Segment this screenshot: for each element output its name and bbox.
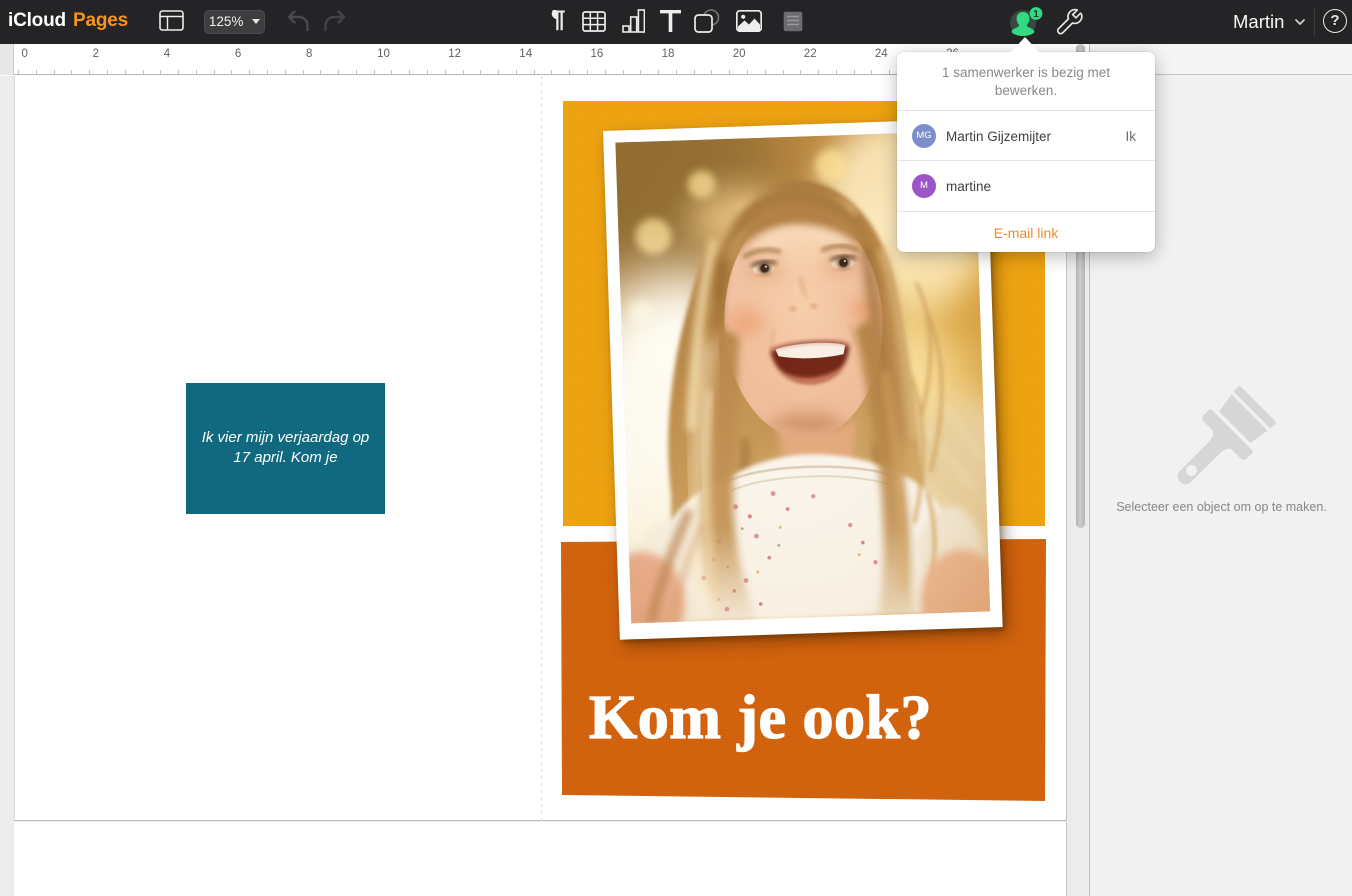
svg-text:1: 1	[1033, 9, 1039, 20]
